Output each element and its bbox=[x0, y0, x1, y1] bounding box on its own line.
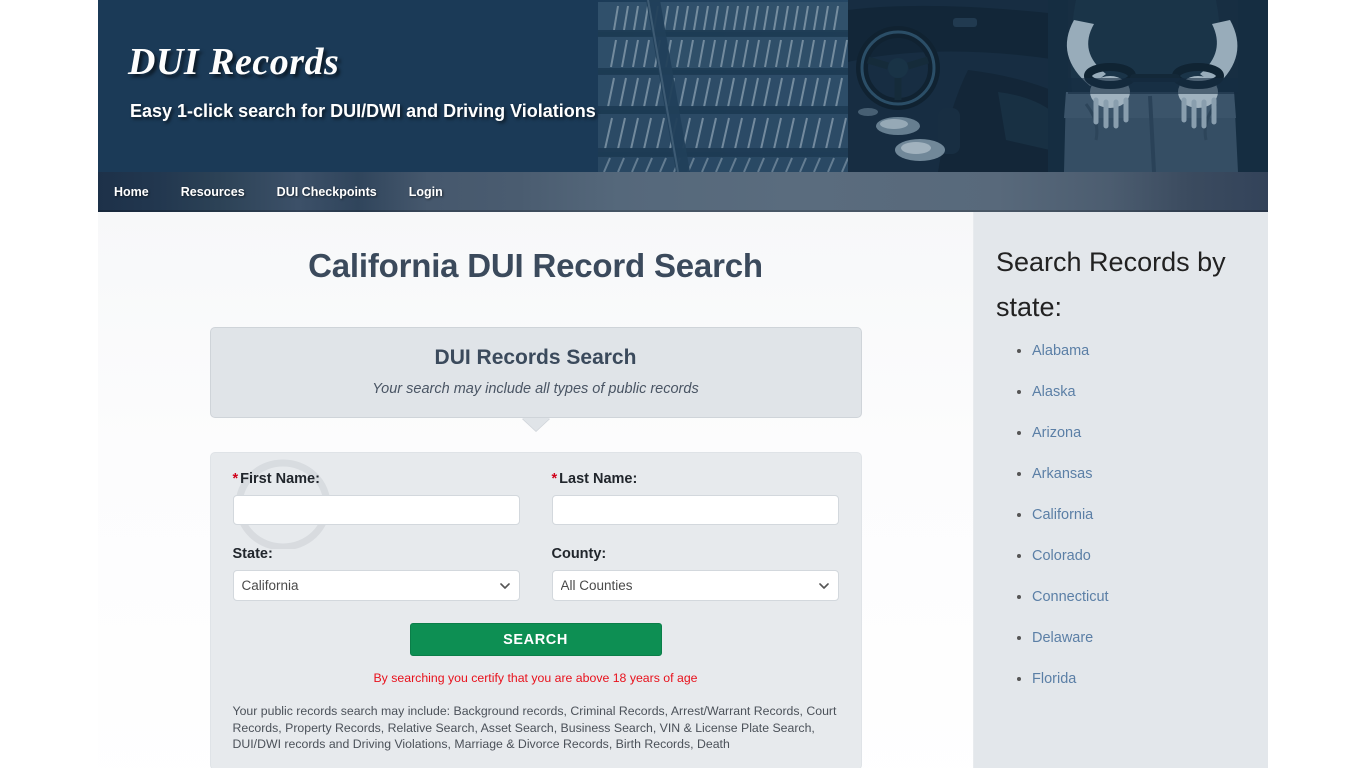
first-name-input[interactable] bbox=[232, 495, 520, 525]
sidebar-state-arizona[interactable]: Arizona bbox=[1032, 425, 1081, 441]
first-name-field: * First Name: bbox=[232, 471, 520, 525]
records-disclaimer: Your public records search may include: … bbox=[232, 704, 837, 751]
sidebar-state-arkansas[interactable]: Arkansas bbox=[1032, 466, 1092, 482]
main-content: California DUI Record Search DUI Records… bbox=[98, 212, 973, 768]
list-item: Arkansas bbox=[1032, 465, 1268, 483]
callout-arrow-icon bbox=[521, 418, 550, 431]
sidebar: Search Records by state: Alabama Alaska … bbox=[973, 212, 1268, 768]
list-item: Arizona bbox=[1032, 424, 1268, 442]
sidebar-state-florida[interactable]: Florida bbox=[1032, 671, 1076, 687]
page-container: DUI Records Easy 1-click search for DUI/… bbox=[98, 0, 1268, 768]
state-links-list: Alabama Alaska Arizona Arkansas Californ… bbox=[974, 342, 1268, 688]
state-select[interactable]: California bbox=[232, 570, 520, 601]
required-asterisk-last: * bbox=[551, 471, 558, 487]
sidebar-state-colorado[interactable]: Colorado bbox=[1032, 548, 1091, 564]
sidebar-title: Search Records by state: bbox=[996, 247, 1226, 322]
first-name-label-text: First Name: bbox=[240, 471, 320, 487]
nav-item-resources[interactable]: Resources bbox=[165, 172, 261, 212]
required-asterisk-first: * bbox=[232, 471, 239, 487]
county-field: County: All Counties bbox=[551, 546, 839, 601]
main-navigation: Home Resources DUI Checkpoints Login bbox=[98, 172, 1268, 212]
county-label: County: bbox=[551, 546, 607, 562]
last-name-label: * Last Name: bbox=[552, 471, 839, 487]
state-select-holder: California bbox=[232, 570, 520, 601]
nav-item-home[interactable]: Home bbox=[98, 172, 165, 212]
dui-search-form: * First Name: * Last Name: State: Califo… bbox=[209, 452, 862, 768]
last-name-input[interactable] bbox=[551, 495, 839, 525]
list-item: Alabama bbox=[1032, 342, 1268, 360]
site-header: DUI Records Easy 1-click search for DUI/… bbox=[98, 0, 1268, 172]
callout-subtitle: Your search may include all types of pub… bbox=[372, 381, 699, 397]
last-name-field: * Last Name: bbox=[551, 471, 839, 525]
sidebar-state-alabama[interactable]: Alabama bbox=[1032, 343, 1089, 359]
first-name-label: * First Name: bbox=[233, 471, 520, 487]
nav-item-dui-checkpoints[interactable]: DUI Checkpoints bbox=[261, 172, 393, 212]
list-item: Connecticut bbox=[1032, 588, 1268, 606]
site-logo[interactable]: DUI Records bbox=[128, 40, 339, 84]
sidebar-state-delaware[interactable]: Delaware bbox=[1032, 630, 1093, 646]
state-field: State: California bbox=[232, 546, 520, 601]
submit-row: SEARCH bbox=[233, 623, 839, 656]
name-field-row: * First Name: * Last Name: bbox=[232, 471, 839, 525]
site-tagline: Easy 1-click search for DUI/DWI and Driv… bbox=[130, 101, 596, 121]
search-button[interactable]: SEARCH bbox=[409, 623, 662, 656]
list-item: Colorado bbox=[1032, 547, 1268, 565]
field-row-spacer bbox=[233, 525, 839, 546]
last-name-label-text: Last Name: bbox=[559, 471, 638, 487]
sidebar-state-alaska[interactable]: Alaska bbox=[1032, 384, 1076, 400]
list-item: Alaska bbox=[1032, 383, 1268, 401]
header-gradient-overlay bbox=[98, 0, 398, 172]
list-item: Florida bbox=[1032, 670, 1268, 688]
location-field-row: State: California County: All Counties bbox=[232, 546, 839, 601]
sidebar-state-california[interactable]: California bbox=[1032, 507, 1093, 523]
nav-item-login[interactable]: Login bbox=[393, 172, 459, 212]
list-item: California bbox=[1032, 506, 1268, 524]
list-item: Delaware bbox=[1032, 629, 1268, 647]
state-label: State: bbox=[232, 546, 273, 562]
search-callout: DUI Records Search Your search may inclu… bbox=[209, 327, 862, 431]
county-select-holder: All Counties bbox=[551, 570, 839, 601]
sidebar-state-connecticut[interactable]: Connecticut bbox=[1032, 589, 1109, 605]
header-banner-photo bbox=[598, 0, 1268, 172]
callout-box: DUI Records Search Your search may inclu… bbox=[209, 327, 862, 418]
body-wrapper: California DUI Record Search DUI Records… bbox=[98, 212, 1268, 768]
age-certification-note: By searching you certify that you are ab… bbox=[373, 671, 698, 685]
county-select[interactable]: All Counties bbox=[551, 570, 839, 601]
page-title: California DUI Record Search bbox=[308, 247, 763, 284]
nav-list: Home Resources DUI Checkpoints Login bbox=[98, 172, 1268, 212]
callout-title: DUI Records Search bbox=[434, 346, 637, 369]
